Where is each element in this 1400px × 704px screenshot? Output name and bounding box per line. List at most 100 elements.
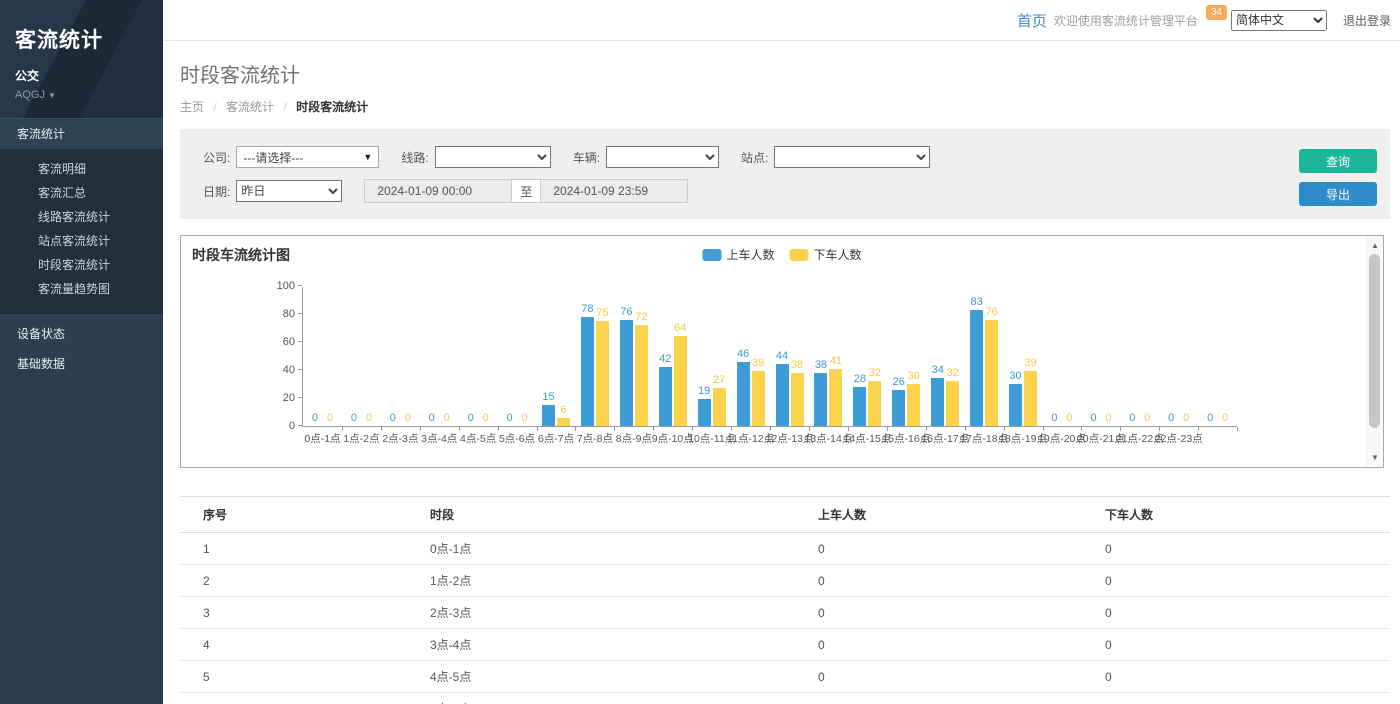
- bar-value-label: 0: [444, 413, 450, 424]
- line-select[interactable]: [435, 146, 551, 168]
- company-select[interactable]: ---请选择--- ▼: [236, 146, 379, 168]
- x-axis-label: 0点-1点: [304, 431, 340, 446]
- top-header: 首页 欢迎使用客流统计管理平台 34 简体中文 退出登录: [163, 0, 1400, 41]
- chart-category: 76728点-9点: [614, 287, 653, 426]
- sidebar-item-base-data[interactable]: 基础数据: [0, 349, 163, 379]
- bar-group-alighting: 6: [557, 405, 570, 426]
- sidebar-item-device-status[interactable]: 设备状态: [0, 319, 163, 349]
- bar-group-boarding: 28: [853, 374, 866, 426]
- chart-vertical-scrollbar[interactable]: ▲ ▼: [1366, 237, 1382, 466]
- station-select[interactable]: [774, 146, 930, 168]
- bar-group-alighting: 64: [674, 323, 687, 426]
- page-title: 时段客流统计: [180, 59, 1383, 88]
- vehicle-select[interactable]: [606, 146, 719, 168]
- chart-category: 837617点-18点: [965, 287, 1004, 426]
- bar-group-boarding: 26: [892, 377, 905, 426]
- bar-value-label: 0: [327, 413, 333, 424]
- chart-legend: 上车人数 下车人数: [702, 246, 861, 263]
- bar-value-label: 75: [596, 308, 608, 319]
- col-header-alighting: 下车人数: [1082, 497, 1390, 533]
- bar-group-alighting: 27: [713, 375, 726, 426]
- chart-category: 1566点-7点: [537, 287, 576, 426]
- table-cell: 5点-6点: [407, 693, 795, 704]
- table-cell: 3点-4点: [407, 629, 795, 661]
- table-cell: 2: [180, 565, 407, 597]
- table-cell: 1: [180, 533, 407, 565]
- col-header-index: 序号: [180, 497, 407, 533]
- bar-group-boarding: 0: [386, 413, 399, 426]
- date-preset-select[interactable]: 昨日: [236, 180, 342, 202]
- chart-category: 42649点-10点: [653, 287, 692, 426]
- bar-boarding: [931, 378, 944, 426]
- scroll-up-arrow-icon[interactable]: ▲: [1367, 238, 1383, 253]
- bar-group-alighting: 39: [752, 358, 765, 426]
- y-axis-label: 80: [263, 308, 295, 320]
- table-cell: 0: [795, 661, 1082, 693]
- table-row: 10点-1点00: [180, 533, 1390, 565]
- date-range-group: 至: [364, 179, 688, 203]
- bar-alighting: [674, 336, 687, 426]
- date-from-input[interactable]: [364, 179, 512, 203]
- home-link[interactable]: 首页: [1017, 10, 1047, 31]
- export-button[interactable]: 导出: [1299, 182, 1377, 206]
- bar-value-label: 0: [1090, 413, 1096, 424]
- bar-group-alighting: 39: [1024, 358, 1037, 426]
- sidebar-item-passenger-detail[interactable]: 客流明细: [0, 157, 163, 181]
- bar-group-boarding: 76: [620, 307, 633, 426]
- sidebar-item-period-stats[interactable]: 时段客流统计: [0, 253, 163, 277]
- bar-value-label: 72: [635, 312, 647, 323]
- date-to-input[interactable]: [540, 179, 688, 203]
- logout-link[interactable]: 退出登录: [1343, 12, 1391, 29]
- table-cell: 0: [795, 533, 1082, 565]
- chart-panel: 时段车流统计图 上车人数 下车人数 000点-1点001点-2点002点-3点0…: [180, 235, 1384, 468]
- scroll-down-arrow-icon[interactable]: ▼: [1367, 450, 1383, 465]
- bar-boarding: [776, 364, 789, 426]
- bar-value-label: 0: [468, 413, 474, 424]
- bar-value-label: 15: [542, 392, 554, 403]
- bar-value-label: 38: [815, 360, 827, 371]
- breadcrumb-home[interactable]: 主页: [180, 100, 204, 114]
- bar-boarding: [892, 390, 905, 426]
- sidebar: 客流统计 公交 AQGJ▼ 客流统计 客流明细 客流汇总 线路客流统计 站点客流…: [0, 0, 163, 704]
- table-cell: 0: [1082, 533, 1390, 565]
- x-axis-label: 5点-6点: [499, 431, 535, 446]
- bar-value-label: 0: [1105, 413, 1111, 424]
- table-row: 43点-4点00: [180, 629, 1390, 661]
- sidebar-item-line-stats[interactable]: 线路客流统计: [0, 205, 163, 229]
- sidebar-item-passenger-summary[interactable]: 客流汇总: [0, 181, 163, 205]
- bar-value-label: 83: [971, 297, 983, 308]
- legend-alighting[interactable]: 下车人数: [790, 246, 862, 263]
- y-axis-tick: [298, 313, 302, 314]
- chart-category: 384113点-14点: [809, 287, 848, 426]
- table-cell: 4点-5点: [407, 661, 795, 693]
- bar-group-alighting: 0: [1063, 413, 1076, 426]
- bar-alighting: [752, 371, 765, 426]
- breadcrumb-passenger-stats[interactable]: 客流统计: [226, 100, 274, 114]
- bar-value-label: 0: [429, 413, 435, 424]
- bar-boarding: [1009, 384, 1022, 426]
- table-row: 32点-3点00: [180, 597, 1390, 629]
- sidebar-item-trend-chart[interactable]: 客流量趋势图: [0, 277, 163, 301]
- scrollbar-thumb[interactable]: [1369, 254, 1380, 428]
- y-axis-tick: [298, 369, 302, 370]
- bar-boarding: [970, 310, 983, 426]
- chart-category: 003点-4点: [420, 287, 459, 426]
- language-select[interactable]: 简体中文: [1231, 10, 1327, 31]
- chart-category: 192710点-11点: [692, 287, 731, 426]
- x-axis-label: 1点-2点: [343, 431, 379, 446]
- account-dropdown[interactable]: AQGJ▼: [15, 89, 163, 101]
- bar-group-boarding: 0: [503, 413, 516, 426]
- chart-category: 000点-1点: [303, 287, 342, 426]
- dropdown-arrow-icon: ▼: [363, 152, 372, 162]
- chart-category: 0022点-23点: [1159, 287, 1198, 426]
- bar-group-boarding: 0: [1126, 413, 1139, 426]
- table-cell: 3: [180, 597, 407, 629]
- x-axis-label: 7点-8点: [577, 431, 613, 446]
- sidebar-section-passenger-stats[interactable]: 客流统计: [0, 118, 163, 149]
- bar-alighting: [868, 381, 881, 426]
- sidebar-item-station-stats[interactable]: 站点客流统计: [0, 229, 163, 253]
- bar-group-boarding: 38: [814, 360, 827, 426]
- table-cell: 1点-2点: [407, 565, 795, 597]
- legend-boarding[interactable]: 上车人数: [702, 246, 774, 263]
- query-button[interactable]: 查询: [1299, 149, 1377, 173]
